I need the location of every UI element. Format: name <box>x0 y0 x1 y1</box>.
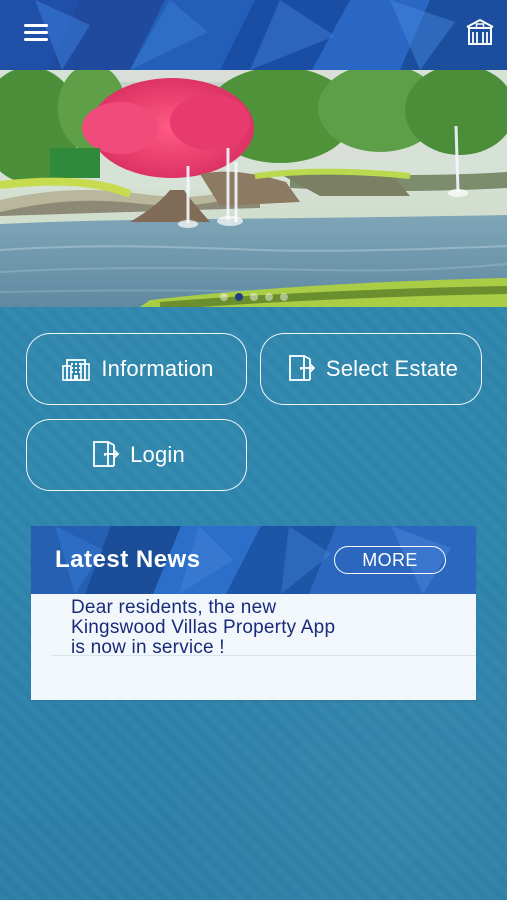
building-icon <box>62 359 91 381</box>
menu-icon-line <box>24 31 48 34</box>
login-door-icon <box>93 441 120 467</box>
carousel-dot-3[interactable] <box>249 293 258 301</box>
menu-icon-line <box>24 24 48 27</box>
building-home-icon-button[interactable] <box>463 16 497 50</box>
news-item-line: Dear residents, the new <box>71 597 277 618</box>
carousel-dot-4[interactable] <box>264 293 273 301</box>
carousel-dot-5[interactable] <box>279 293 288 301</box>
hero-carousel[interactable] <box>0 70 507 307</box>
news-list: Dear residents, the new Kingswood Villas… <box>31 594 476 700</box>
select-estate-button[interactable]: Select Estate <box>260 333 482 405</box>
carousel-dot-2[interactable] <box>234 293 243 301</box>
menu-button[interactable] <box>24 22 50 42</box>
select-estate-label: Select Estate <box>325 356 459 381</box>
login-button[interactable]: Login <box>26 419 247 491</box>
more-button[interactable]: MORE <box>334 546 446 574</box>
news-item-line: Kingswood Villas Property App <box>71 617 336 638</box>
door-enter-icon <box>288 355 316 381</box>
top-bar-pattern <box>0 0 507 70</box>
carousel-dot-1[interactable] <box>219 293 228 301</box>
estate-photo <box>0 70 507 307</box>
news-divider <box>51 655 476 656</box>
information-button[interactable]: Information <box>26 333 247 405</box>
login-label: Login <box>130 442 185 467</box>
latest-news-title: Latest News <box>55 546 201 573</box>
menu-icon-line <box>24 38 48 41</box>
building-home-icon <box>466 18 494 45</box>
latest-news-card: Latest News MORE Dear residents, the new… <box>31 526 476 700</box>
latest-news-header: Latest News MORE <box>31 526 476 594</box>
information-label: Information <box>101 356 214 381</box>
carousel-pagination <box>0 293 507 301</box>
news-item[interactable]: Dear residents, the new Kingswood Villas… <box>71 598 441 658</box>
top-bar <box>0 0 507 70</box>
